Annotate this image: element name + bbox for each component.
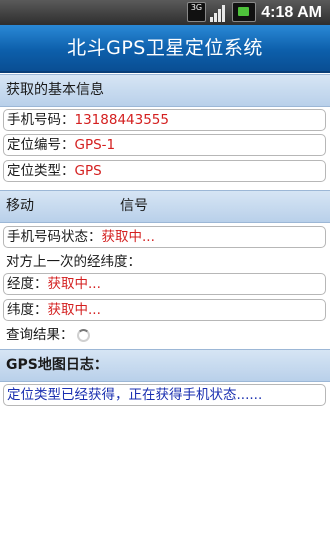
status-bar: 3G 4:18 AM	[0, 0, 330, 25]
latitude-label: 纬度：	[7, 302, 48, 318]
longitude-label: 经度：	[7, 276, 48, 292]
location-type-value: GPS	[74, 163, 102, 179]
clock: 4:18 AM	[261, 4, 322, 21]
gps-log-message: 定位类型已经获得，正在获得手机状态......	[7, 387, 263, 403]
gps-log-row: 定位类型已经获得，正在获得手机状态......	[3, 384, 326, 406]
phone-status-value: 获取中...	[101, 229, 155, 245]
app-title: 北斗GPS卫星定位系统	[0, 25, 330, 73]
longitude-value: 获取中...	[47, 276, 101, 292]
phone-number-row: 手机号码：13188443555	[3, 109, 326, 131]
last-position-heading: 对方上一次的经纬度：	[6, 254, 141, 270]
location-type-row: 定位类型：GPS	[3, 160, 326, 182]
location-id-value: GPS-1	[74, 137, 116, 153]
location-type-label: 定位类型：	[7, 163, 75, 179]
longitude-row: 经度：获取中...	[3, 273, 326, 295]
signal-strength-icon	[210, 4, 228, 22]
loading-spinner-icon	[76, 328, 90, 342]
phone-status-row: 手机号码状态：获取中...	[3, 226, 326, 248]
mobile-label: 移动	[6, 198, 34, 214]
network-type: 3G	[190, 3, 203, 12]
latitude-row: 纬度：获取中...	[3, 299, 326, 321]
location-id-row: 定位编号：GPS-1	[3, 134, 326, 156]
latitude-value: 获取中...	[47, 302, 101, 318]
status-icons: 3G	[187, 2, 256, 22]
phone-number-value: 13188443555	[74, 112, 169, 128]
phone-status-label: 手机号码状态：	[7, 229, 102, 245]
query-result-label: 查询结果：	[6, 327, 74, 343]
query-result-row: 查询结果：	[6, 325, 90, 345]
signal-label: 信号	[120, 198, 148, 214]
basic-info-header: 获取的基本信息	[0, 74, 330, 107]
location-id-label: 定位编号：	[7, 137, 75, 153]
phone-number-label: 手机号码：	[7, 112, 75, 128]
gps-log-header: GPS地图日志：	[0, 349, 330, 382]
battery-icon	[232, 2, 256, 22]
signal-header: 移动 信号	[0, 190, 330, 223]
network-3g-icon: 3G	[187, 2, 206, 22]
